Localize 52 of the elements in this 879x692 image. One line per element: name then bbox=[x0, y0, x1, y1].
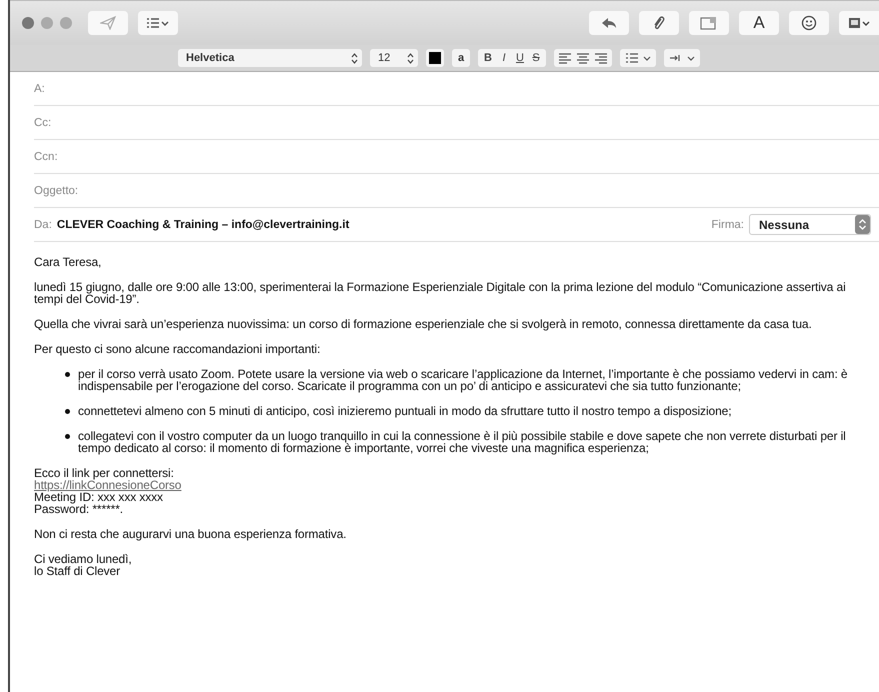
bullet-icon bbox=[65, 409, 70, 414]
photo-button[interactable] bbox=[689, 11, 729, 35]
message-paragraph: Quella che vivrai sarà un’esperienza nuovissima: un corso di formazione esperienziale che si svolgerà in remoto, connessa direttamente da casa tua. bbox=[34, 318, 813, 330]
message-line: Password: ******. bbox=[34, 503, 124, 515]
from-label: Da: bbox=[34, 218, 52, 230]
indent-chevron-icon bbox=[668, 52, 696, 64]
image-chevron-icon bbox=[848, 17, 870, 29]
signature-label: Firma: bbox=[711, 218, 744, 230]
bullet-icon bbox=[65, 434, 70, 439]
indent-button[interactable] bbox=[664, 49, 700, 67]
header-field[interactable]: Ccn: bbox=[34, 140, 879, 174]
paper-plane-icon bbox=[100, 16, 116, 30]
photo-icon bbox=[700, 16, 718, 30]
message-line: lo Staff di Clever bbox=[34, 565, 120, 577]
signature-select[interactable]: Nessuna bbox=[749, 214, 871, 235]
message-line: Ci vediamo lunedì, bbox=[34, 553, 132, 565]
message-paragraph: Per questo ci sono alcune raccomandazioni importanti: bbox=[34, 343, 322, 355]
message-paragraph: lunedì 15 giugno, dalle ore 9:00 alle 13:00, sperimenterai la Formazione Esperienziale Digitale con la prima lezione del modulo “Comunicazione assertiva ai tempi del Covid-19”. bbox=[34, 281, 847, 305]
bullet-icon bbox=[65, 372, 70, 377]
reply-button[interactable] bbox=[589, 11, 629, 35]
text-color-button[interactable] bbox=[426, 49, 444, 67]
message-line: Meeting ID: xxx xxx xxxx bbox=[34, 491, 163, 503]
paperclip-icon bbox=[653, 15, 665, 31]
meeting-link[interactable]: https://linkConnesioneCorso bbox=[34, 479, 182, 491]
size-select[interactable]: 12 bbox=[370, 49, 418, 67]
photo-browser-button[interactable] bbox=[839, 11, 879, 35]
stepper-icon bbox=[407, 52, 414, 64]
emoji-icon bbox=[801, 15, 817, 31]
message-line: Ecco il link per connettersi: bbox=[34, 467, 174, 479]
list-chevron-icon bbox=[146, 17, 170, 29]
highlight-button[interactable]: a bbox=[452, 49, 470, 67]
font-select[interactable]: Helvetica bbox=[178, 49, 362, 67]
list-button[interactable] bbox=[620, 49, 656, 67]
fonts-button[interactable]: A bbox=[739, 11, 779, 35]
header-field[interactable]: A: bbox=[34, 72, 879, 106]
from-address[interactable]: CLEVER Coaching & Training – info@clevertraining.it bbox=[56, 218, 350, 230]
message-paragraph: Non ci resta che augurarvi una buona esperienza formativa. bbox=[34, 528, 348, 540]
list-item-text: connettetevi almeno con 5 minuti di anticipo, così inizieremo puntuali in modo da sfruttare tutto il nostro tempo a disposizione; bbox=[78, 405, 732, 417]
list-chevron-icon bbox=[624, 52, 652, 64]
list-item-text: per il corso verrà usato Zoom. Potete usare la versione via web o scaricare l’applicazione da Internet, l’importante è che possiamo vedervi in cam: è indispensabile per l’erogazione del corso. Scaricate il programma con un po’ di anticipo e assicuratevi che sia tutto funzionante; bbox=[78, 368, 848, 392]
close-button[interactable] bbox=[22, 17, 34, 29]
header-fields-button[interactable] bbox=[138, 11, 178, 35]
emoji-button[interactable] bbox=[789, 11, 829, 35]
stepper-icon bbox=[351, 52, 358, 64]
header-field[interactable]: Oggetto: bbox=[34, 174, 879, 208]
list-item-text: collegatevi con il vostro computer da un luogo tranquillo in cui la connessione è il più possibile stabile e dove sapete che non verrete disturbati per il tempo dedicato al corso: il momento di formazione è importante, vorrei che viveste una magnifica esperienza; bbox=[78, 430, 847, 454]
header-field[interactable]: Cc: bbox=[34, 106, 879, 140]
attach-button[interactable] bbox=[639, 11, 679, 35]
reply-icon bbox=[601, 17, 617, 29]
stepper-icon bbox=[855, 215, 870, 234]
message-paragraph: Cara Teresa, bbox=[34, 256, 102, 268]
alignment-buttons[interactable] bbox=[554, 49, 612, 67]
